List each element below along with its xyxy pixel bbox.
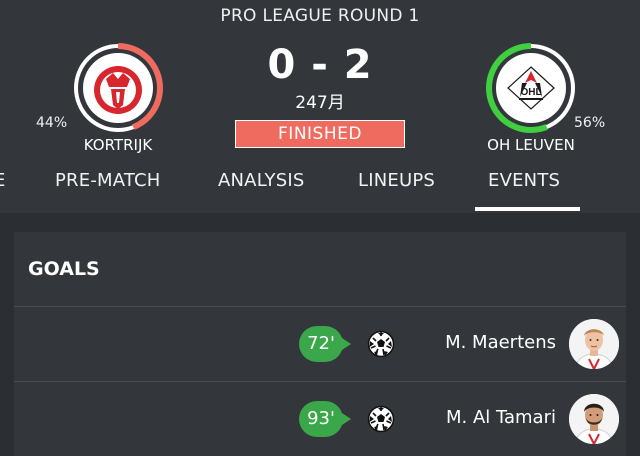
home-team-name: KORTRIJK <box>83 136 153 154</box>
tab-pre-match[interactable]: PRE-MATCH <box>55 170 161 191</box>
away-team-name: OH LEUVEN <box>487 136 575 154</box>
home-team-crest[interactable] <box>73 43 163 133</box>
kortrijk-logo <box>83 53 153 123</box>
goal-minute-badge: 93' <box>299 401 351 437</box>
round-title: PRO LEAGUE ROUND 1 <box>220 6 420 26</box>
soccer-ball-icon <box>367 330 395 358</box>
goal-minute-badge: 72' <box>299 326 351 362</box>
goal-event-row[interactable]: 93' M. Al Tamari <box>14 382 626 456</box>
away-team-crest[interactable]: OHL <box>486 43 576 133</box>
soccer-ball-icon <box>367 405 395 433</box>
status-badge: FINISHED <box>235 120 405 148</box>
score: 0 - 2 <box>267 42 373 88</box>
player-avatar[interactable] <box>569 394 619 444</box>
home-possession: 44% <box>36 115 68 131</box>
away-possession: 56% <box>574 115 606 131</box>
player-avatar[interactable] <box>569 319 619 369</box>
goals-title: GOALS <box>28 258 100 280</box>
tab-events[interactable]: EVENTS <box>488 170 560 191</box>
match-header: PRO LEAGUE ROUND 1 44% KORTRIJK 0 - 2 24… <box>0 0 640 213</box>
goal-event-row[interactable]: 72' M. Maertens <box>14 307 626 381</box>
goal-scorer-name: M. Maertens <box>445 332 556 353</box>
match-minute: 247月 <box>295 93 345 113</box>
active-tab-indicator <box>475 207 580 211</box>
oh-leuven-logo: OHL <box>496 53 566 123</box>
tab-analysis[interactable]: ANALYSIS <box>218 170 305 191</box>
tab-lineups[interactable]: LINEUPS <box>358 170 435 191</box>
goals-card: GOALS 72' M. Maertens 93' M. Al Tamari <box>14 232 626 456</box>
tab-partial[interactable]: E <box>0 170 6 191</box>
goal-scorer-name: M. Al Tamari <box>445 407 556 428</box>
ohl-logo-text: OHL <box>520 87 541 98</box>
